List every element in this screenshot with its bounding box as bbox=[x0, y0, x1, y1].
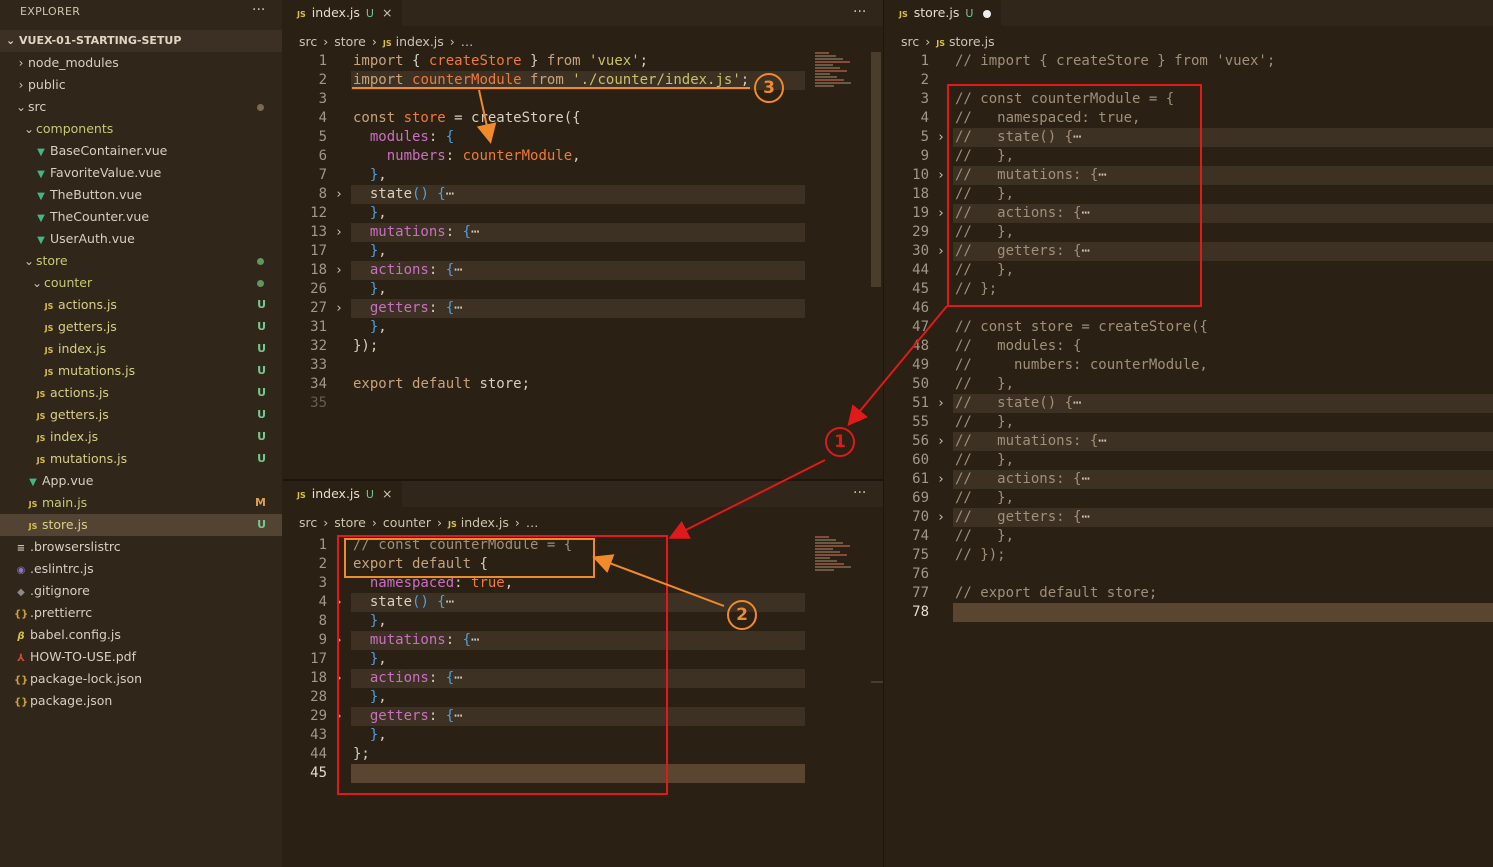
arrow-orange-3 bbox=[476, 89, 497, 144]
arrow-orange-2 bbox=[592, 554, 725, 607]
arrow-red-1 bbox=[847, 305, 948, 427]
callout-3: 3 bbox=[754, 73, 784, 103]
callout-2: 2 bbox=[727, 600, 757, 630]
callout-1: 1 bbox=[825, 427, 855, 457]
arrow-red-2 bbox=[668, 459, 826, 539]
annotation-arrows bbox=[352, 87, 948, 607]
